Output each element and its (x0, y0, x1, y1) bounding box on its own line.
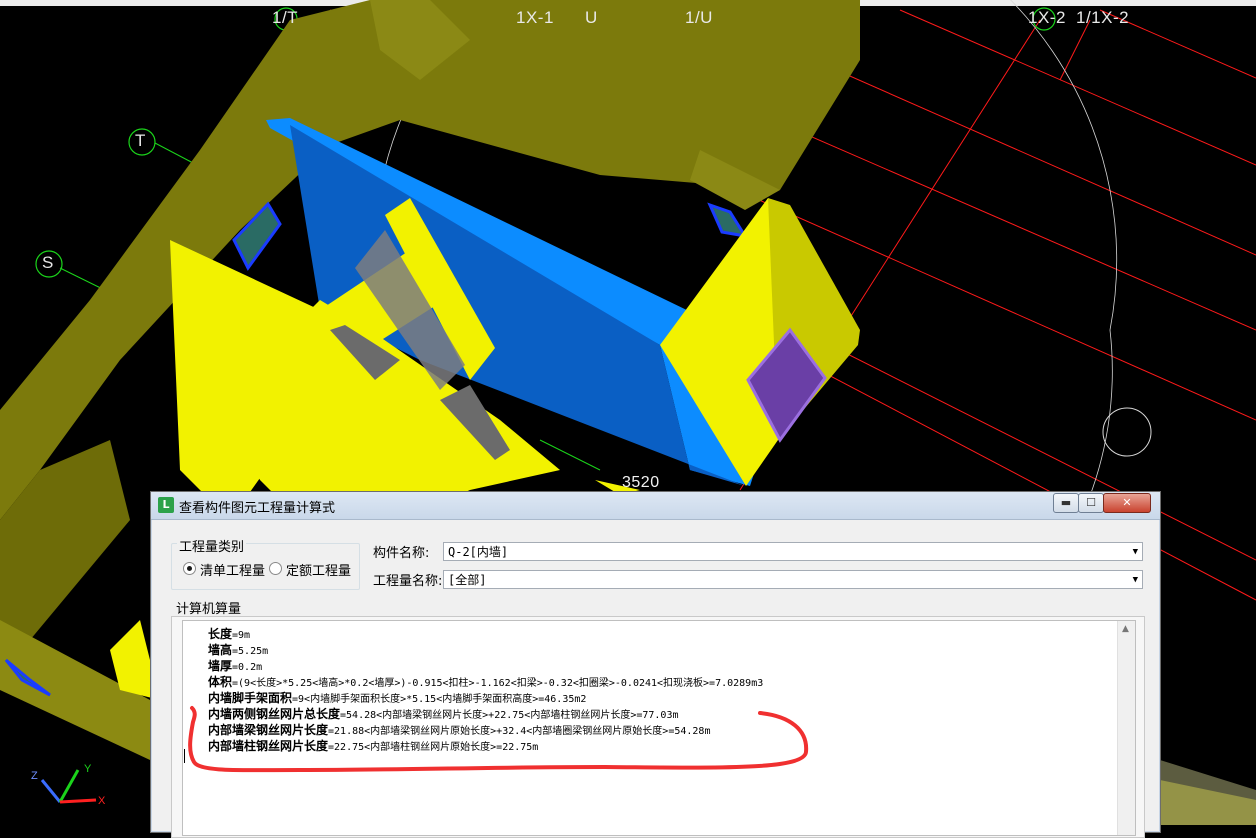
axis-label-u: U (585, 8, 598, 27)
quantity-name-label: 工程量名称: (373, 574, 443, 589)
ucs-label-y: Y (84, 763, 92, 775)
axis-label-s: S (42, 253, 54, 272)
app-icon: L (158, 497, 174, 513)
calc-formula-textarea[interactable]: 长度=9m 墙高=5.25m 墙厚=0.2m 体积=(9<长度>*5.25<墙高… (182, 620, 1136, 836)
quantity-type-label: 工程量类别 (177, 536, 247, 555)
quantity-name-select[interactable]: [全部] ▼ (443, 570, 1143, 589)
component-name-label: 构件名称: (373, 546, 430, 561)
radio-indicator[interactable] (269, 562, 282, 575)
axis-label-t: T (135, 131, 146, 150)
vertical-scrollbar[interactable]: ▲ (1117, 621, 1135, 835)
calc-line: 内部墙梁钢丝网片长度=21.88<内部墙梁钢丝网片原始长度>+32.4<内部墙圈… (208, 723, 711, 737)
chevron-down-icon[interactable]: ▼ (1133, 543, 1138, 562)
chevron-down-icon[interactable]: ▼ (1133, 571, 1138, 590)
minimize-button[interactable]: ▬ (1053, 493, 1079, 513)
axis-label-1x1: 1X-1 (516, 8, 554, 27)
dialog-titlebar[interactable]: L 查看构件图元工程量计算式 ▬ ☐ ✕ (151, 492, 1160, 520)
dialog-title: 查看构件图元工程量计算式 (179, 501, 336, 516)
axis-label-1t: 1/T (272, 8, 299, 27)
calc-line: 内墙两侧钢丝网片总长度=54.28<内部墙梁钢丝网片长度>+22.75<内部墙柱… (208, 707, 679, 721)
scroll-up-arrow-icon[interactable]: ▲ (1122, 624, 1129, 634)
calc-section-label: 计算机算量 (176, 602, 242, 617)
dimension-label: 3520 (622, 474, 660, 491)
axis-label-1-1x2: 1/1X-2 (1076, 8, 1130, 27)
ucs-label-x: X (98, 795, 106, 807)
calc-line: 墙厚=0.2m (208, 659, 263, 673)
radio-indicator-checked[interactable] (183, 562, 196, 575)
component-name-select[interactable]: Q-2[内墙] ▼ (443, 542, 1143, 561)
calc-line: 墙高=5.25m (208, 643, 269, 657)
radio-bill-quantity-label: 清单工程量 (200, 564, 266, 579)
ucs-label-z: Z (31, 770, 38, 782)
quantity-formula-dialog: L 查看构件图元工程量计算式 ▬ ☐ ✕ 工程量类别 清单工程量 定额工程量 构… (150, 491, 1161, 838)
calc-line: 内墙脚手架面积=9<内墙脚手架面积长度>*5.15<内墙脚手架面积高度>=46.… (208, 691, 587, 705)
quantity-name-value: [全部] (448, 573, 487, 587)
calc-panel: 长度=9m 墙高=5.25m 墙厚=0.2m 体积=(9<长度>*5.25<墙高… (171, 616, 1145, 838)
calc-line: 长度=9m (208, 627, 251, 641)
calc-line: 体积=(9<长度>*5.25<墙高>*0.2<墙厚>)-0.915<扣柱>-1.… (208, 675, 764, 689)
axis-label-1u: 1/U (685, 8, 713, 27)
text-caret (184, 749, 185, 763)
component-name-value: Q-2[内墙] (448, 545, 509, 559)
axis-label-1x2: 1X-2 (1028, 8, 1066, 27)
calc-line: 内部墙柱钢丝网片长度=22.75<内部墙柱钢丝网片原始长度>=22.75m (208, 739, 539, 753)
close-button[interactable]: ✕ (1103, 493, 1151, 513)
radio-quota-quantity-label: 定额工程量 (286, 564, 352, 579)
maximize-button[interactable]: ☐ (1078, 493, 1104, 513)
